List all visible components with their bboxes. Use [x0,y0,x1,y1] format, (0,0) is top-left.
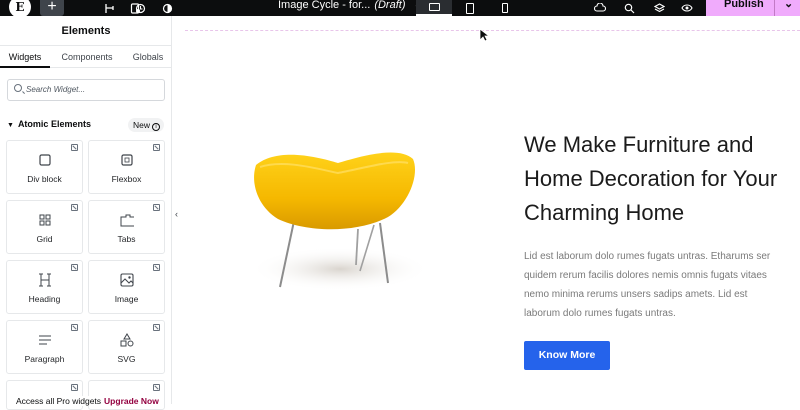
panel-tabs: Widgets Components Globals [0,46,172,68]
upgrade-link[interactable]: Upgrade Now [104,396,159,406]
pin-icon [71,264,78,271]
grid-icon [38,213,52,227]
pin-icon [153,144,160,151]
widget-label: Heading [28,294,61,304]
new-badge[interactable]: New i [128,118,164,132]
atomic-elements-toggle[interactable]: ▼ Atomic Elements [7,119,91,129]
collapse-panel-icon[interactable]: ‹ [175,209,178,219]
widget-label: SVG [117,354,136,364]
info-icon: i [152,123,161,131]
section-title: Atomic Elements [17,119,91,129]
structure-icon[interactable] [100,0,118,16]
new-badge-label: New [133,120,151,130]
document-title[interactable]: Image Cycle - for...(Draft) ⌄ [278,0,423,11]
caret-down-icon: ▼ [7,122,14,129]
tab-widgets[interactable]: Widgets [0,46,50,68]
integrations-icon[interactable] [591,0,609,16]
search-placeholder: Search Widget... [26,85,86,94]
pin-icon [153,204,160,211]
widget-svg[interactable]: SVG [88,320,165,374]
widget-div-block[interactable]: Div block [6,140,83,194]
pin-icon [153,384,160,391]
panel-title: Elements [0,16,172,46]
publish-button[interactable]: Publish ⌄ [706,0,800,16]
widget-tabs[interactable]: Tabs [88,200,165,254]
widget-label: Flexbox [111,174,142,184]
image-icon [119,273,134,287]
pin-icon [71,144,78,151]
document-status: (Draft) [374,0,406,11]
div-block-icon [38,153,52,167]
search-icon [14,84,22,92]
mouse-cursor-icon [479,28,489,42]
tablet-icon[interactable] [452,0,488,16]
desktop-icon[interactable] [416,0,452,16]
know-more-button[interactable]: Know More [524,341,610,370]
widget-paragraph[interactable]: Paragraph [6,320,83,374]
widget-flexbox[interactable]: Flexbox [88,140,165,194]
pin-icon [71,324,78,331]
pin-icon [71,384,78,391]
tabs-icon [120,213,134,227]
widget-label: Div block [27,174,62,184]
layers-icon[interactable] [650,0,668,16]
widget-grid[interactable]: Grid [6,200,83,254]
widget-image[interactable]: Image [88,260,165,314]
widget-label: Image [114,294,139,304]
widget-label: Grid [36,234,53,244]
tab-globals[interactable]: Globals [124,46,172,68]
pin-icon [153,264,160,271]
pin-icon [153,324,160,331]
promo-text: Access all Pro widgets [16,396,102,406]
tab-components[interactable]: Components [52,46,122,68]
section-outline [185,30,800,31]
widget-heading[interactable]: Heading [6,260,83,314]
chevron-down-icon[interactable]: ⌄ [784,0,793,10]
widget-label: Paragraph [24,354,65,364]
chair-image[interactable] [248,145,428,305]
elements-panel: Elements Widgets Components Globals Sear… [0,16,172,410]
history-icon[interactable] [131,0,149,16]
search-icon[interactable] [620,0,638,16]
paragraph-icon [38,333,52,347]
hero-heading[interactable]: We Make Furniture and Home Decoration fo… [524,128,794,230]
widget-label: Tabs [117,234,136,244]
pro-upgrade-banner: Access all Pro widgets Upgrade Now [14,396,161,406]
publish-label: Publish [724,0,764,10]
pin-icon [71,204,78,211]
document-name: Image Cycle - for... [278,0,371,11]
search-widget-input[interactable]: Search Widget... [7,79,165,101]
publish-divider [774,0,775,16]
flexbox-icon [120,153,134,167]
hero-paragraph[interactable]: Lid est laborum dolo rumes fugats untras… [524,247,778,323]
heading-icon [38,273,52,287]
top-bar: E + Image Cycle - for...(Draft) ⌄ Publis… [0,0,800,18]
svg-icon [120,333,134,347]
mobile-icon[interactable] [487,0,523,16]
add-element-button[interactable]: + [40,0,64,16]
theme-icon[interactable] [158,0,176,16]
preview-icon[interactable] [678,0,696,16]
